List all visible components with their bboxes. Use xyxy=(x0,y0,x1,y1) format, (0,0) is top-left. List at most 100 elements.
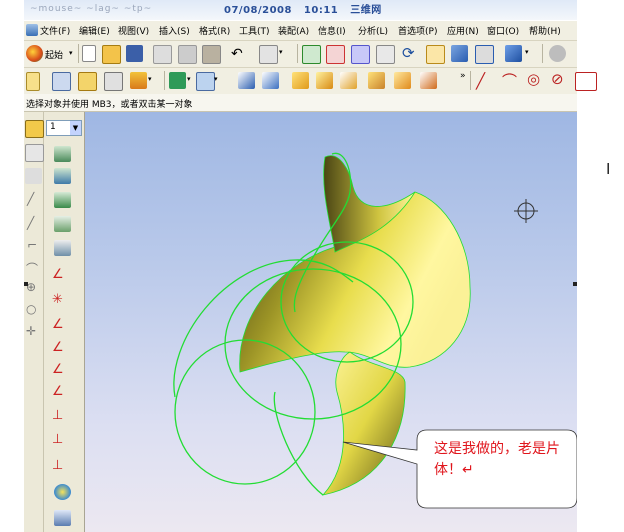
title-ghost-text: ~mouse~ ~lag~ ~tp~ xyxy=(30,4,153,14)
render-style-icon[interactable] xyxy=(505,45,522,62)
start-icon[interactable] xyxy=(26,45,43,62)
undo-icon[interactable]: ↶ xyxy=(231,46,243,62)
wcs-display-icon[interactable]: ⊥ xyxy=(52,458,63,473)
select-filter-icon[interactable] xyxy=(259,45,278,64)
curve-toolbar-strip: ∠ ✳ ∠ ∠ ∠ ∠ ⊥ ⊥ ⊥ xyxy=(44,112,85,532)
offset-surface-icon[interactable] xyxy=(420,72,437,89)
trophy-icon[interactable] xyxy=(78,72,97,91)
scene-icon[interactable] xyxy=(54,510,71,526)
corner-tool-icon[interactable]: ⌐ xyxy=(27,238,37,252)
extrude-dropdown-icon[interactable]: ▾ xyxy=(148,75,152,83)
layer-settings-icon[interactable] xyxy=(54,216,71,232)
work-layer-select[interactable]: 1 ▼ xyxy=(46,120,82,136)
layer-stack-icon[interactable] xyxy=(54,146,71,162)
ibeam-cursor-icon: I xyxy=(606,160,611,178)
render-style-dropdown-icon[interactable]: ▾ xyxy=(525,48,529,56)
circle-icon[interactable]: ◎ xyxy=(527,70,540,88)
line-tool-icon[interactable]: ╱ xyxy=(27,192,34,206)
shade-icon[interactable] xyxy=(549,45,566,62)
start-dropdown-arrow[interactable]: ▾ xyxy=(69,49,73,57)
edit-feature-dropdown-icon[interactable]: ▾ xyxy=(214,75,218,83)
line-icon[interactable]: ╱ xyxy=(476,72,485,90)
menu-info[interactable]: 信息(I) xyxy=(318,24,346,37)
menu-tools[interactable]: 工具(T) xyxy=(239,24,270,37)
point-icon[interactable]: ⊘ xyxy=(551,70,564,88)
zoom-icon[interactable] xyxy=(376,45,395,64)
toolbar-overflow-icon[interactable]: » xyxy=(460,71,466,81)
wcs-origin-icon[interactable]: ∠ xyxy=(52,267,64,282)
layer-visible-icon[interactable] xyxy=(54,240,71,256)
rotate-icon[interactable]: ⟳ xyxy=(402,44,415,62)
modeling-toolbar: ▾ ▾ ▾ » ╱ ⌒ ◎ ⊘ xyxy=(24,68,597,95)
layer-copy-icon[interactable] xyxy=(54,192,71,208)
standard-toolbar: 起始 ▾ ↶ ▾ ⟳ ▾ xyxy=(24,41,577,68)
start-button[interactable]: 起始 xyxy=(45,48,63,61)
wcs-rotate-icon[interactable]: ∠ xyxy=(52,317,64,332)
crosshair-icon xyxy=(514,199,538,223)
polyline-tool-icon[interactable]: ╱ xyxy=(27,216,34,230)
cross-tool-icon[interactable]: ✛ xyxy=(26,324,36,338)
resize-handle-right[interactable] xyxy=(573,282,577,286)
feature-icon[interactable] xyxy=(169,72,186,89)
extrude-icon[interactable] xyxy=(130,72,147,89)
feature-dropdown-icon[interactable]: ▾ xyxy=(187,75,191,83)
sewing-icon[interactable] xyxy=(368,72,385,89)
select-filter-dropdown-icon[interactable]: ▾ xyxy=(279,48,283,56)
refresh-icon[interactable] xyxy=(302,45,321,64)
menu-file[interactable]: 文件(F) xyxy=(40,24,70,37)
perspective-icon[interactable] xyxy=(451,45,468,62)
arc-icon[interactable]: ⌒ xyxy=(502,70,517,91)
wcs-axis-icon[interactable]: ∠ xyxy=(52,384,64,399)
menu-application[interactable]: 应用(N) xyxy=(447,24,479,37)
menu-help[interactable]: 帮助(H) xyxy=(529,24,561,37)
chevron-down-icon[interactable]: ▼ xyxy=(70,121,81,135)
pan-icon[interactable] xyxy=(426,45,445,64)
watermark-time: 10:11 xyxy=(303,5,339,16)
menu-format[interactable]: 格式(R) xyxy=(199,24,230,37)
layer-move-icon[interactable] xyxy=(54,168,71,184)
edit-feature-icon[interactable] xyxy=(196,72,215,91)
view-orient-icon[interactable] xyxy=(475,45,494,64)
menu-window[interactable]: 窗口(O) xyxy=(487,24,519,37)
link-icon[interactable] xyxy=(104,72,123,91)
wcs-csys-icon[interactable]: ⊥ xyxy=(52,408,63,423)
grid-icon[interactable] xyxy=(25,168,42,184)
arc-tool-icon[interactable]: ⌒ xyxy=(26,260,38,277)
box-icon[interactable] xyxy=(238,72,255,89)
wcs-orient-icon[interactable]: ∠ xyxy=(52,340,64,355)
menu-assembly[interactable]: 装配(A) xyxy=(278,24,309,37)
surface-icon[interactable] xyxy=(292,72,309,89)
resize-handle-left[interactable] xyxy=(24,282,28,286)
circle-tool-icon[interactable]: ○ xyxy=(26,302,36,316)
fit-view-icon[interactable] xyxy=(326,45,345,64)
menu-view[interactable]: 视图(V) xyxy=(118,24,149,37)
wcs-point-icon[interactable]: ∠ xyxy=(52,362,64,377)
through-curves-icon[interactable] xyxy=(340,72,357,89)
paste-icon[interactable] xyxy=(202,45,221,64)
sketch-icon[interactable] xyxy=(26,72,40,91)
zoom-window-icon[interactable] xyxy=(351,45,370,64)
wcs-dynamic-icon[interactable]: ✳ xyxy=(52,292,63,307)
book-icon[interactable] xyxy=(52,72,71,91)
cut-icon[interactable] xyxy=(153,45,172,64)
bounded-plane-icon[interactable] xyxy=(316,72,333,89)
menu-insert[interactable]: 插入(S) xyxy=(159,24,190,37)
menu-bar: 文件(F) 编辑(E) 视图(V) 插入(S) 格式(R) 工具(T) 装配(A… xyxy=(24,21,577,41)
selection-icon[interactable] xyxy=(25,120,44,138)
palette-icon[interactable] xyxy=(54,484,71,500)
snap-icon[interactable] xyxy=(25,144,44,162)
menu-analysis[interactable]: 分析(L) xyxy=(358,24,388,37)
new-file-icon[interactable] xyxy=(82,45,96,62)
menu-edit[interactable]: 编辑(E) xyxy=(79,24,110,37)
open-folder-icon[interactable] xyxy=(102,45,121,64)
save-icon[interactable] xyxy=(126,45,143,62)
menu-preferences[interactable]: 首选项(P) xyxy=(398,24,437,37)
chamfer-icon[interactable] xyxy=(575,72,597,91)
copy-icon[interactable] xyxy=(178,45,197,64)
work-layer-value: 1 xyxy=(50,122,56,132)
block-icon[interactable] xyxy=(262,72,279,89)
thicken-icon[interactable] xyxy=(394,72,411,89)
wcs-save-icon[interactable]: ⊥ xyxy=(52,432,63,447)
app-icon xyxy=(26,24,38,36)
watermark-date: 07/08/2008 xyxy=(224,5,292,16)
